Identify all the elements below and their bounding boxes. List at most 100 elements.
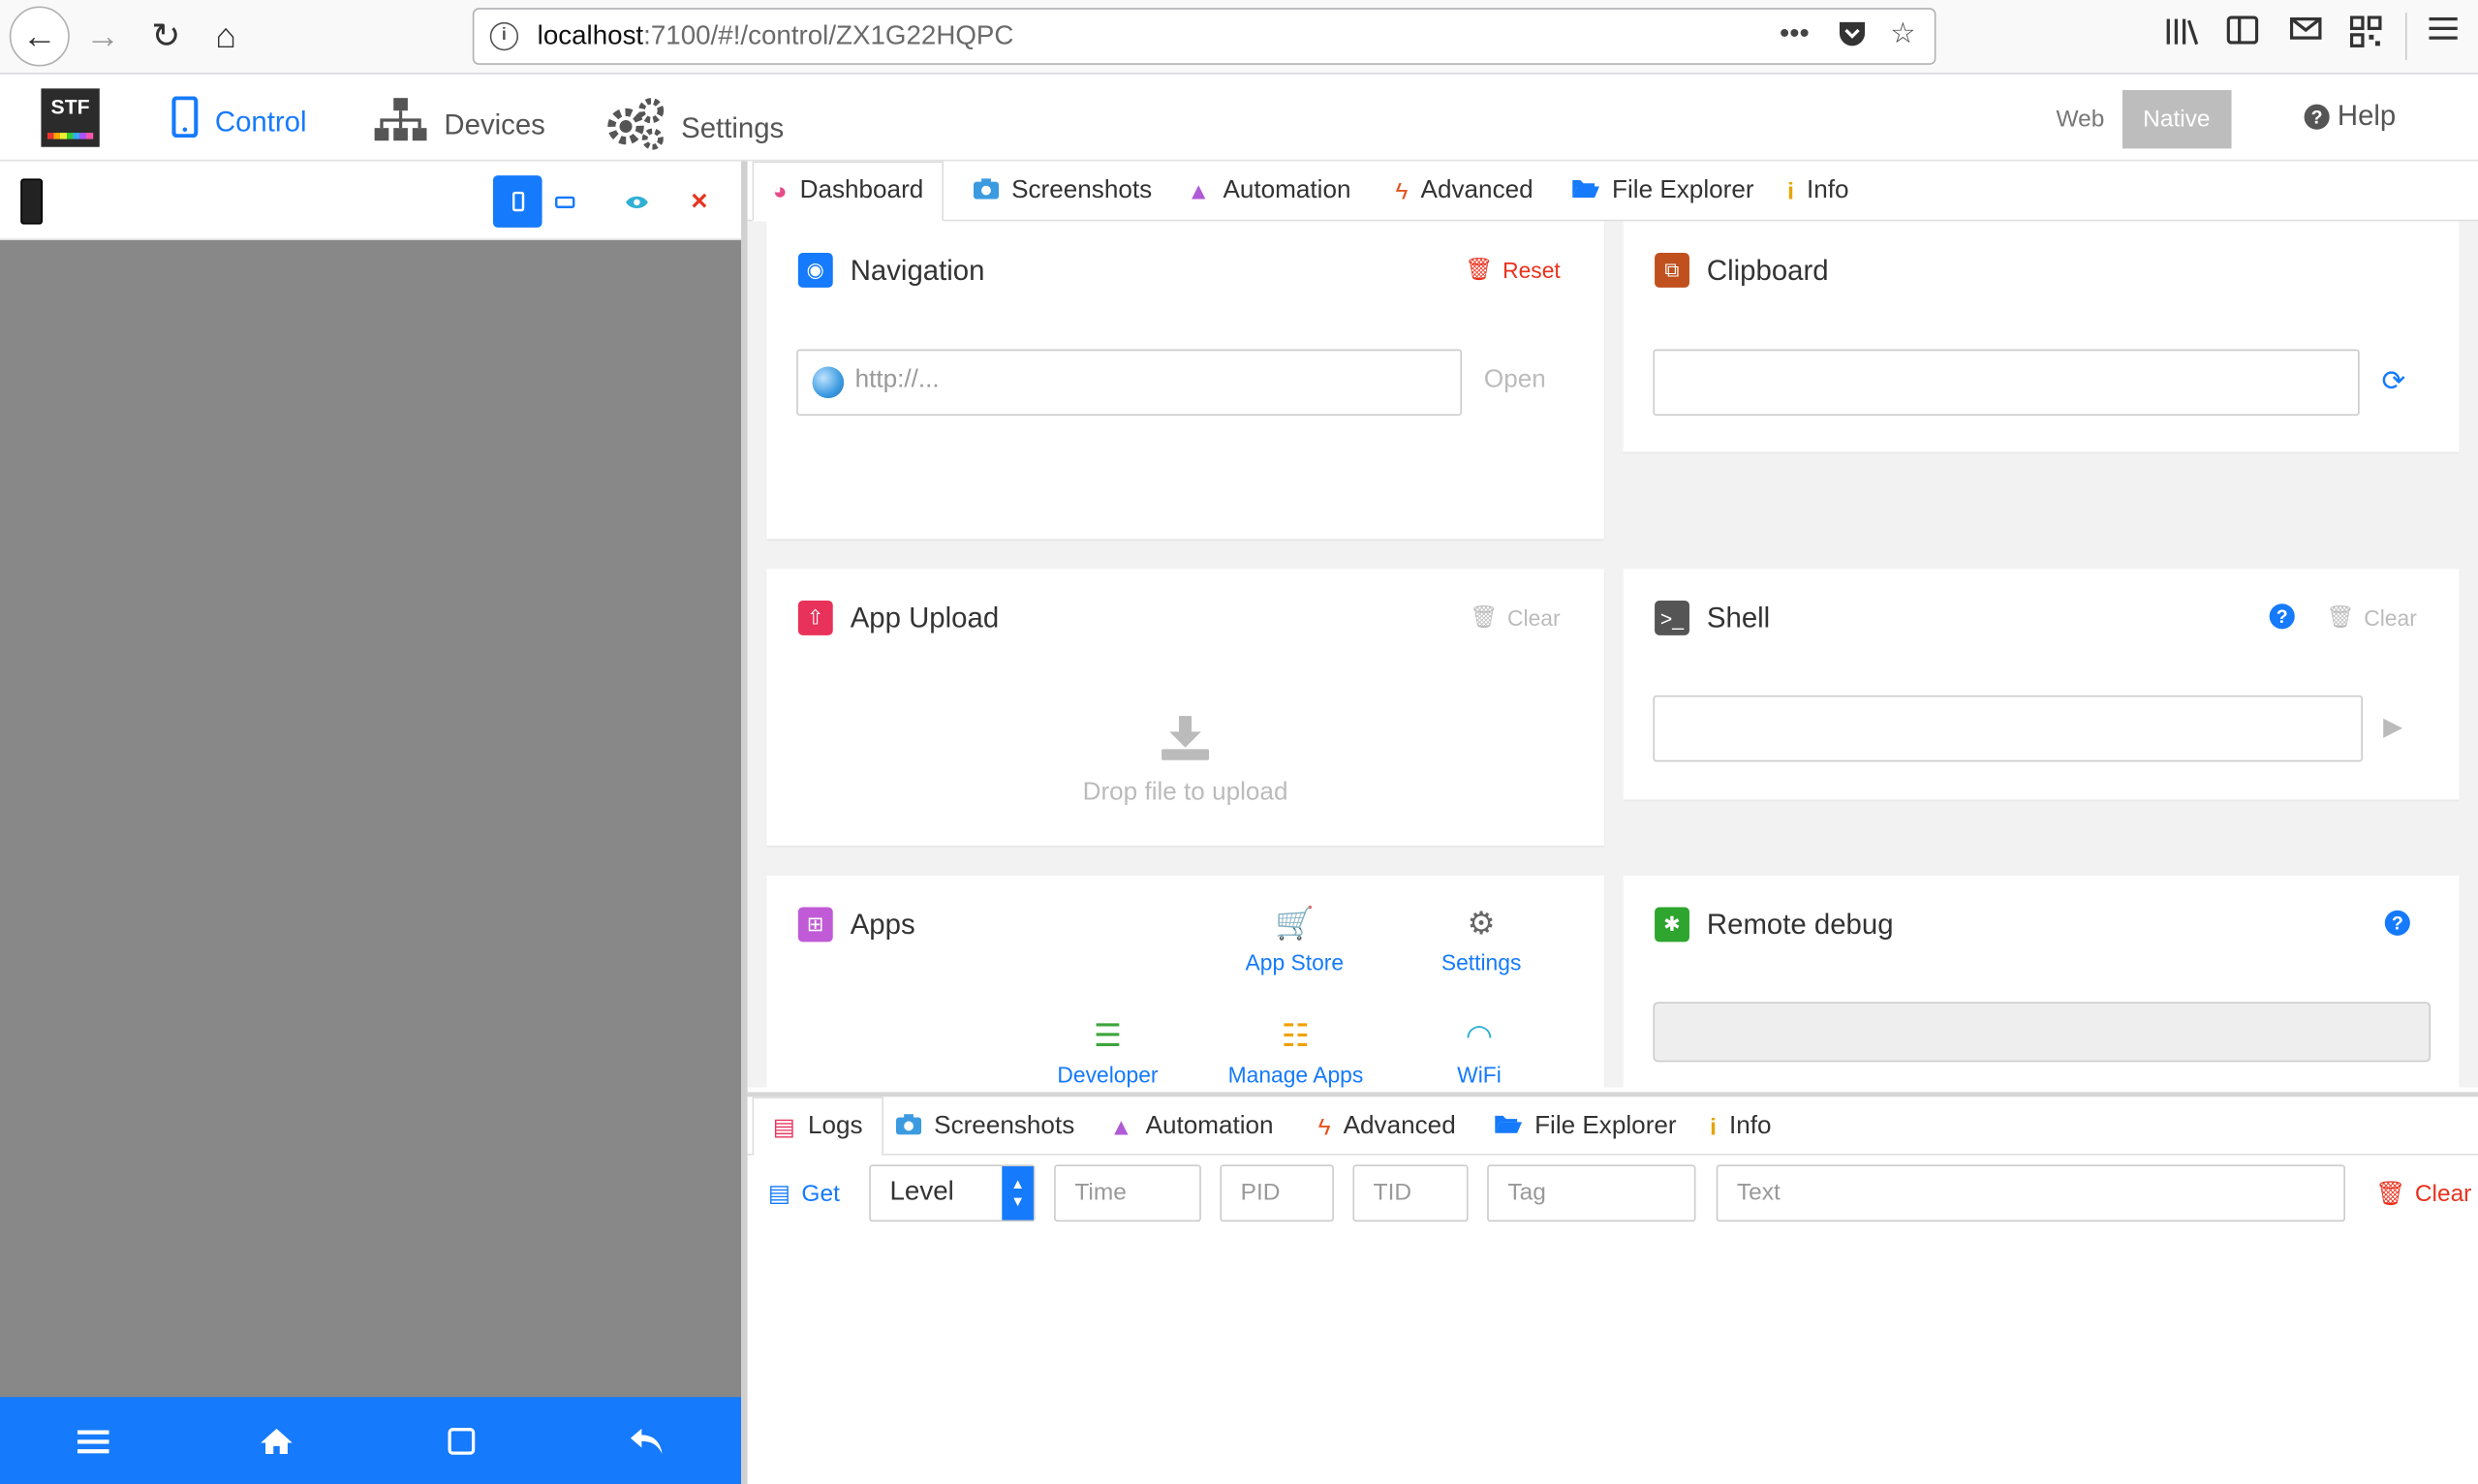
eye-icon[interactable] xyxy=(611,175,661,228)
pid-filter-input[interactable]: PID xyxy=(1220,1164,1334,1222)
tab-info[interactable]: i Info xyxy=(1769,161,1869,221)
paste-icon: ⧉ xyxy=(1655,253,1689,288)
site-info-icon[interactable]: i xyxy=(489,21,519,51)
browser-toolbar: ← → ↻ ⌂ i localhost:7100/#!/control/ZX1G… xyxy=(0,0,2478,75)
tab-logs[interactable]: ▤ Logs xyxy=(752,1097,883,1158)
landscape-button[interactable] xyxy=(541,175,590,228)
tab-file-explorer-bottom[interactable]: File Explorer xyxy=(1474,1097,1695,1157)
wifi-icon: ◠ xyxy=(1465,1019,1494,1055)
open-button[interactable]: Open xyxy=(1484,367,1546,395)
menu-icon[interactable] xyxy=(2429,15,2458,48)
app-store-button[interactable]: 🛒 App Store xyxy=(1246,904,1345,974)
url-text: localhost:7100/#!/control/ZX1G22HQPC xyxy=(537,20,1014,51)
bolt-icon: ϟ xyxy=(1317,1113,1331,1141)
tab-automation[interactable]: ▲ Automation xyxy=(1168,161,1370,221)
text-filter-input[interactable]: Text xyxy=(1716,1164,2345,1222)
stf-logo[interactable]: STF xyxy=(41,88,100,147)
tab-dashboard[interactable]: ◕ Dashboard xyxy=(752,161,945,222)
remote-debug-help-icon[interactable]: ? xyxy=(2384,910,2410,936)
qr-code-icon[interactable] xyxy=(2349,15,2382,55)
nav-devices[interactable]: Devices xyxy=(373,97,545,155)
play-icon[interactable]: ▶ xyxy=(2383,711,2402,743)
wifi-button[interactable]: ◠ WiFi xyxy=(1457,1016,1502,1087)
tab-file-explorer[interactable]: File Explorer xyxy=(1552,161,1773,221)
back-arrow-icon[interactable] xyxy=(624,1419,668,1464)
tab-screenshots[interactable]: Screenshots xyxy=(954,161,1170,221)
toolbar-separator xyxy=(2404,13,2407,60)
device-header: ✕ xyxy=(0,161,742,240)
tab-advanced-bottom[interactable]: ϟ Advanced xyxy=(1299,1097,1474,1157)
clear-logs-button[interactable]: 🗑 Clear xyxy=(2374,1179,2471,1208)
pocket-icon[interactable] xyxy=(1837,17,1869,57)
time-filter-input[interactable]: Time xyxy=(1054,1164,1201,1222)
home-icon[interactable] xyxy=(255,1419,299,1464)
shell-help-icon[interactable]: ? xyxy=(2269,603,2295,630)
shell-input[interactable] xyxy=(1653,695,2363,762)
device-screen-pane[interactable]: ✕ xyxy=(0,161,742,1484)
menu-bars-icon[interactable] xyxy=(71,1419,115,1464)
drop-zone[interactable]: Drop file to upload xyxy=(766,714,1604,807)
app-navbar: STF Control Devices Settings Web Native … xyxy=(0,74,2478,162)
app-switch-icon[interactable] xyxy=(440,1419,484,1464)
gears-icon xyxy=(605,97,666,162)
info-icon: i xyxy=(1787,177,1794,205)
forward-icon[interactable]: → xyxy=(73,7,133,67)
tab-automation-bottom[interactable]: ▲ Automation xyxy=(1091,1097,1292,1157)
tag-filter-input[interactable]: Tag xyxy=(1487,1164,1696,1222)
shell-title: >_ Shell xyxy=(1655,600,1770,635)
upload-clear-button[interactable]: 🗑 Clear xyxy=(1470,603,1560,631)
upload-icon: ⇧ xyxy=(797,600,833,635)
remote-debug-input[interactable] xyxy=(1653,1002,2432,1063)
terminal-icon: >_ xyxy=(1655,600,1689,635)
help-link[interactable]: ? Help xyxy=(2304,100,2396,133)
dashboard-panel: ◉ Navigation 🗑 Reset http://... Open ⧉ Cl… xyxy=(747,221,2478,1088)
level-select[interactable]: Level ▲ ▼ xyxy=(869,1164,1036,1222)
sliders-icon: ☰ xyxy=(1093,1019,1123,1055)
sitemap-icon xyxy=(373,97,428,155)
reset-button[interactable]: 🗑 Reset xyxy=(1465,256,1560,283)
back-icon[interactable]: ← xyxy=(9,6,70,67)
navigation-title: ◉ Navigation xyxy=(797,253,984,288)
tab-screenshots-bottom[interactable]: Screenshots xyxy=(877,1097,1093,1157)
bookmark-star-icon[interactable]: ☆ xyxy=(1890,17,1915,50)
close-icon[interactable]: ✕ xyxy=(675,175,725,228)
home-icon[interactable]: ⌂ xyxy=(196,7,256,67)
url-bar[interactable]: i localhost:7100/#!/control/ZX1G22HQPC •… xyxy=(472,8,1936,65)
portrait-button[interactable] xyxy=(492,175,542,228)
bug-icon: ✱ xyxy=(1655,907,1689,943)
clipboard-card: ⧉ Clipboard ⟳ xyxy=(1623,221,2460,452)
page-actions-icon[interactable]: ••• xyxy=(1780,17,1810,50)
tab-info-bottom[interactable]: i Info xyxy=(1691,1097,1791,1157)
list-icon: ☷ xyxy=(1281,1019,1311,1055)
th-large-icon: ⊞ xyxy=(797,907,833,943)
select-arrows-icon: ▲ ▼ xyxy=(1002,1166,1034,1221)
get-logs-button[interactable]: ▤ Get xyxy=(767,1179,840,1208)
bolt-icon: ϟ xyxy=(1395,177,1409,205)
sidebar-icon[interactable] xyxy=(2226,15,2259,52)
manage-apps-button[interactable]: ☷ Manage Apps xyxy=(1228,1016,1364,1087)
trash-icon: 🗑 xyxy=(2374,1180,2406,1208)
library-icon[interactable] xyxy=(2165,15,2200,55)
url-input[interactable]: http://... xyxy=(796,349,1463,417)
app-upload-card: ⇧ App Upload 🗑 Clear Drop file to upload xyxy=(766,569,1604,846)
device-nav-bar xyxy=(0,1397,742,1484)
portrait-icon xyxy=(511,191,524,212)
mode-native-button[interactable]: Native xyxy=(2122,89,2231,149)
settings-app-button[interactable]: ⚙ Settings xyxy=(1441,904,1522,974)
folder-open-icon xyxy=(1571,177,1599,205)
refresh-icon[interactable]: ⟳ xyxy=(2382,365,2406,398)
reload-icon[interactable]: ↻ xyxy=(136,7,196,67)
trash-icon: 🗑 xyxy=(1465,256,1494,282)
clipboard-input[interactable] xyxy=(1653,349,2360,417)
remote-debug-card: ✱ Remote debug ? xyxy=(1623,875,2460,1088)
shell-clear-button[interactable]: 🗑 Clear xyxy=(2326,603,2416,631)
mail-icon[interactable] xyxy=(2289,15,2322,48)
list-alt-icon: ▤ xyxy=(767,1180,791,1208)
nav-control[interactable]: Control xyxy=(170,96,307,149)
question-circle-icon: ? xyxy=(2304,104,2330,130)
tab-advanced[interactable]: ϟ Advanced xyxy=(1377,161,1552,221)
tid-filter-input[interactable]: TID xyxy=(1352,1164,1469,1222)
mode-web-button[interactable]: Web xyxy=(2035,90,2124,148)
developer-button[interactable]: ☰ Developer xyxy=(1057,1016,1158,1087)
nav-settings[interactable]: Settings xyxy=(605,97,784,162)
